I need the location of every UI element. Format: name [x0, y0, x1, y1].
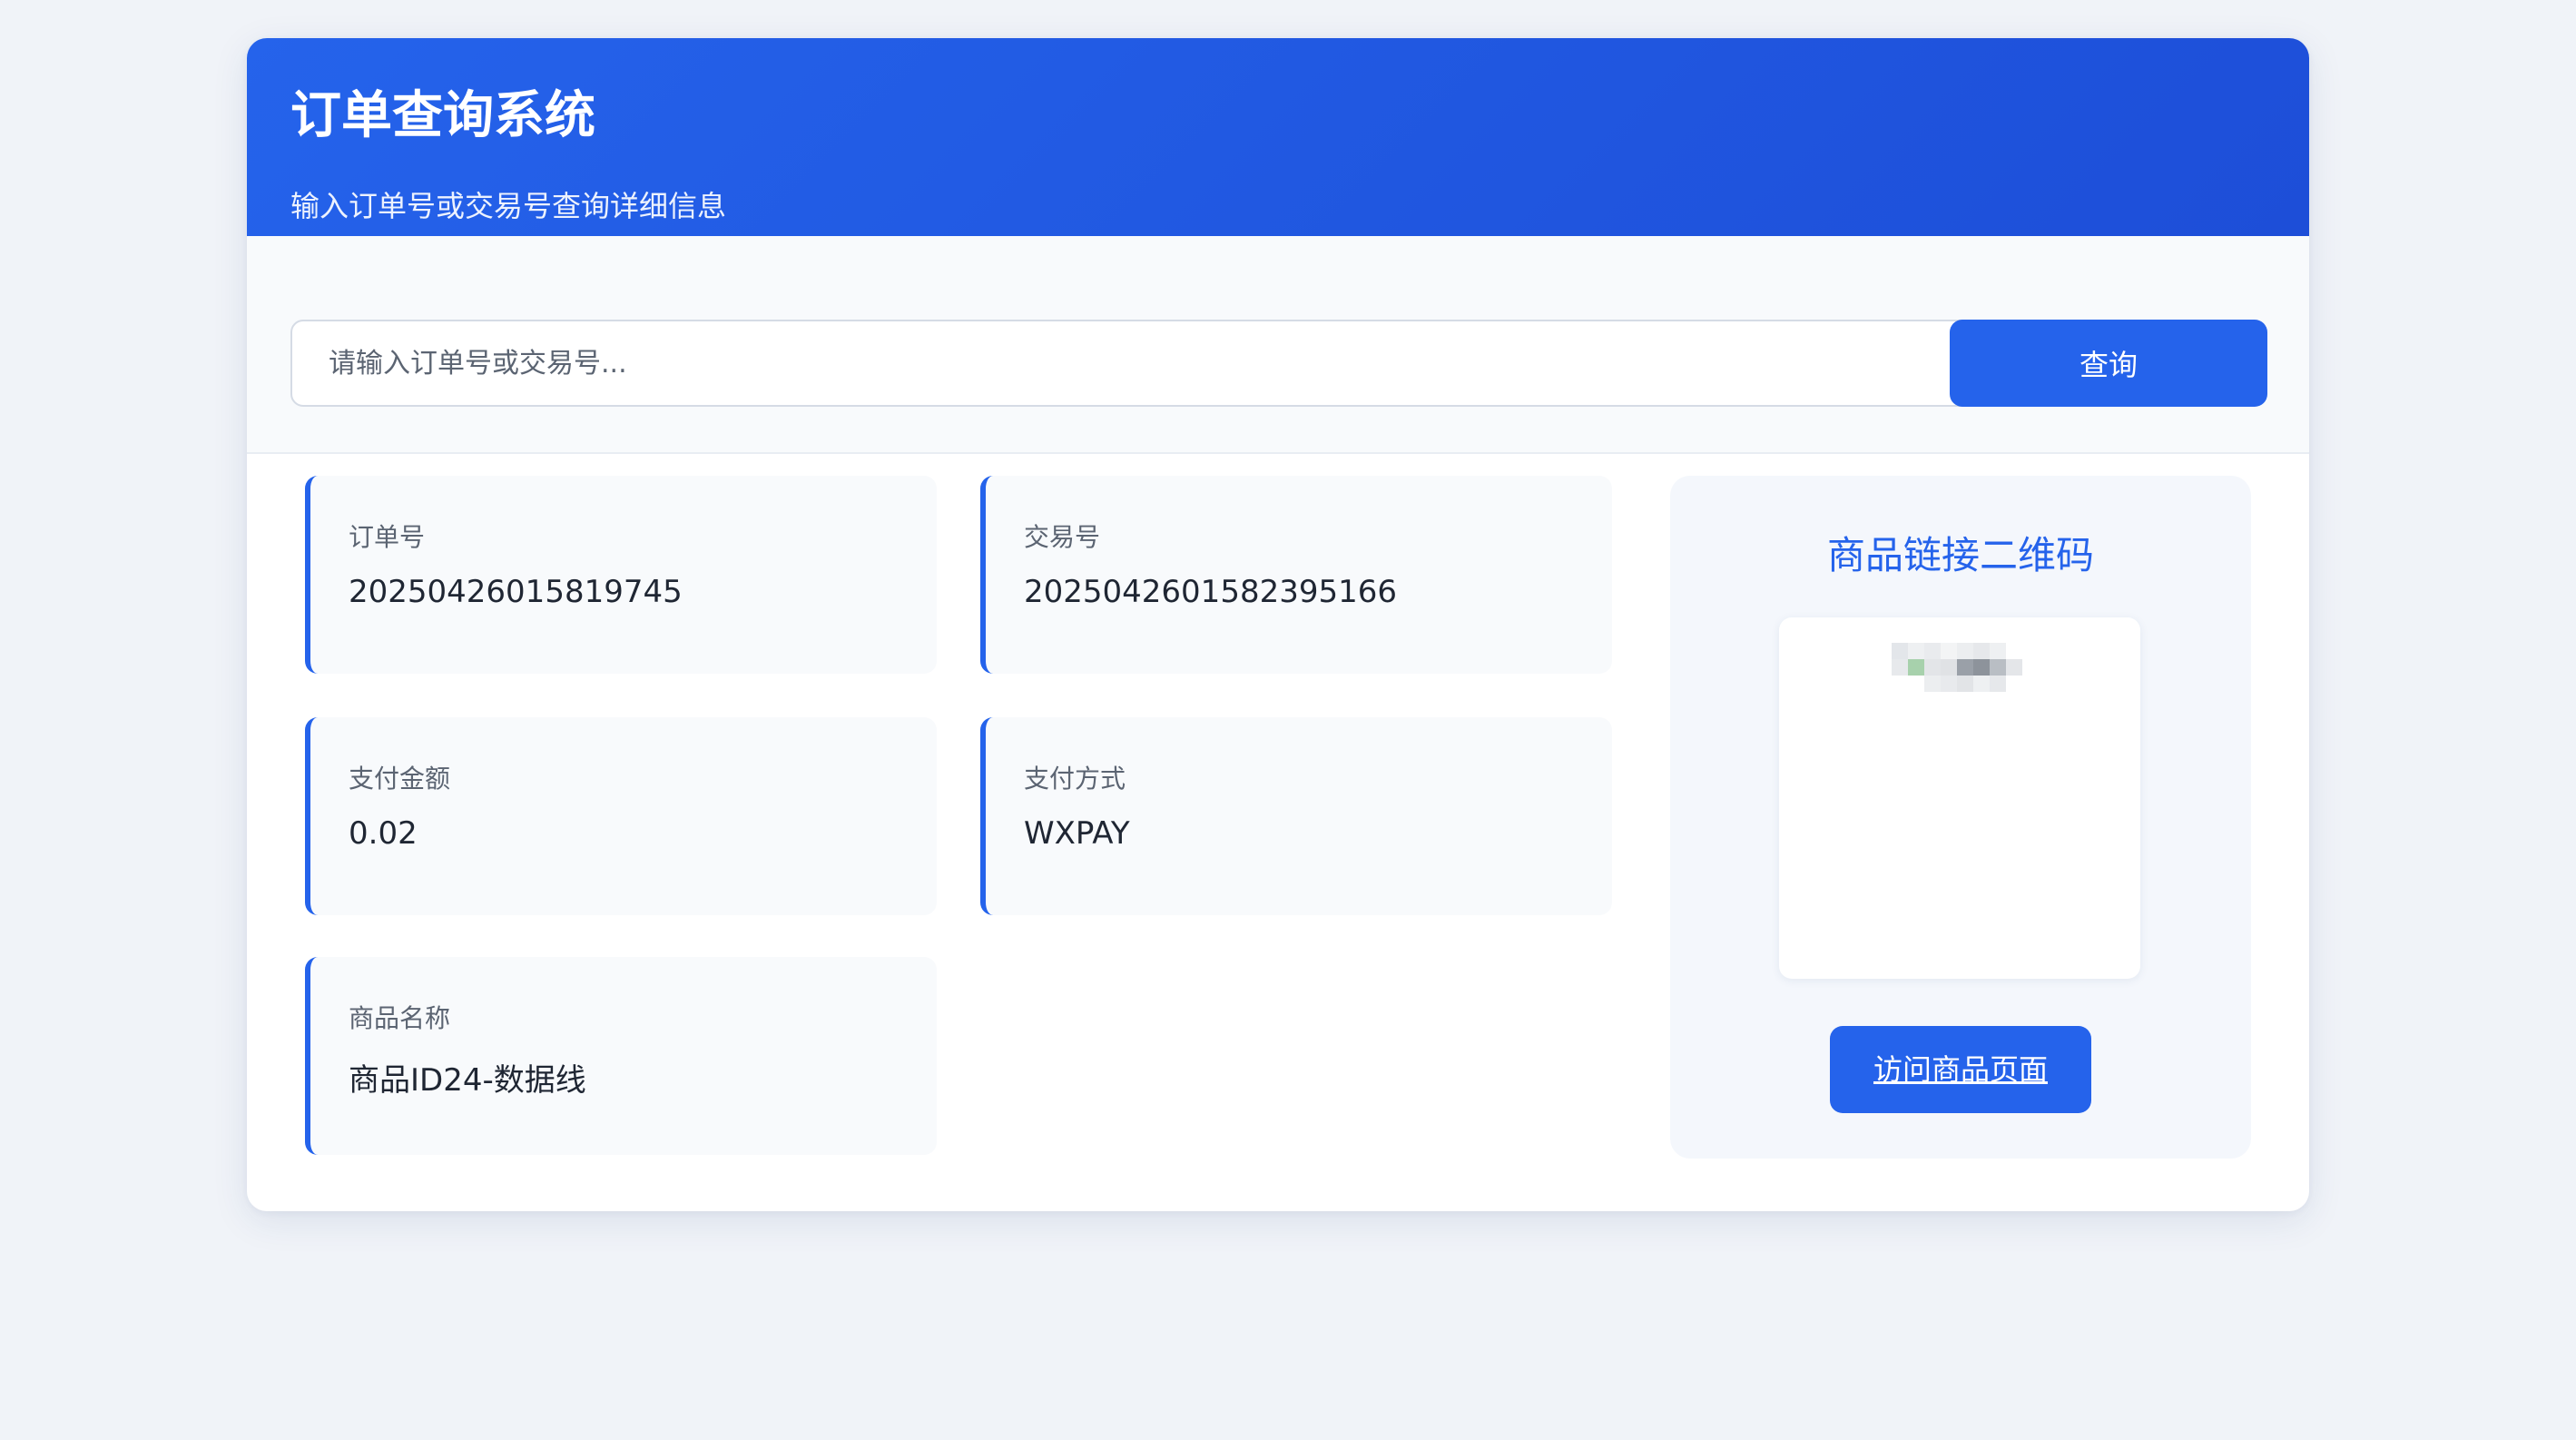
order-query-card: 订单查询系统 输入订单号或交易号查询详细信息 查询 订单号 2025042601… — [247, 38, 2309, 1211]
info-label: 支付方式 — [1024, 764, 1126, 794]
qr-title: 商品链接二维码 — [1826, 533, 2094, 577]
info-value: 商品ID24-数据线 — [349, 1062, 586, 1099]
page-header: 订单查询系统 输入订单号或交易号查询详细信息 — [247, 38, 2309, 236]
page-subtitle: 输入订单号或交易号查询详细信息 — [290, 189, 727, 223]
info-label: 支付金额 — [349, 764, 451, 794]
search-button[interactable]: 查询 — [1950, 320, 2267, 407]
info-label: 订单号 — [349, 522, 426, 552]
info-box-order-number: 订单号 20250426015819745 — [305, 476, 937, 674]
info-value: WXPAY — [1024, 815, 1130, 852]
search-bar: 查询 — [247, 236, 2309, 454]
info-box-payment-amount: 支付金额 0.02 — [305, 717, 937, 915]
qr-panel: 商品链接二维码 访问商品页面 — [1670, 476, 2251, 1159]
info-label: 交易号 — [1024, 522, 1101, 552]
info-box-transaction-number: 交易号 2025042601582395166 — [980, 476, 1612, 674]
info-value: 0.02 — [349, 815, 418, 852]
info-box-product-name: 商品名称 商品ID24-数据线 — [305, 957, 937, 1155]
info-value: 20250426015819745 — [349, 574, 683, 610]
info-value: 2025042601582395166 — [1024, 574, 1398, 610]
qr-code-icon — [1892, 643, 2022, 692]
info-box-payment-method: 支付方式 WXPAY — [980, 717, 1612, 915]
visit-product-button[interactable]: 访问商品页面 — [1830, 1026, 2091, 1113]
info-label: 商品名称 — [349, 1003, 451, 1033]
search-input[interactable] — [290, 320, 2057, 407]
qr-code-image — [1779, 617, 2140, 979]
page-title: 订单查询系统 — [290, 86, 595, 145]
